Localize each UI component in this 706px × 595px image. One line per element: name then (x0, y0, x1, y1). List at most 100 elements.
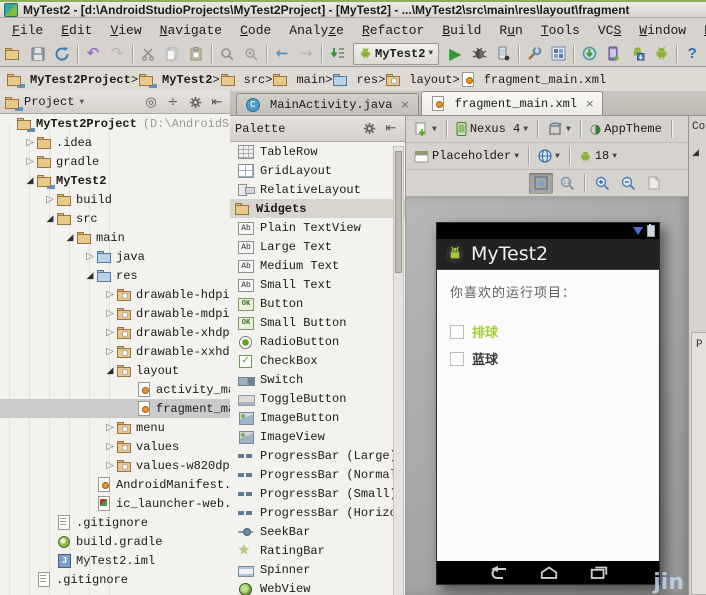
menu-item-help[interactable]: Help (696, 22, 706, 39)
palette-item-radiobutton[interactable]: RadioButton (230, 332, 405, 351)
device-selector[interactable]: Nexus 4 ▼ (452, 119, 532, 139)
panel-settings-button[interactable] (186, 94, 204, 110)
tree-node-drawable-xhdpi[interactable]: ▷ drawable-xhdpi (0, 323, 230, 342)
project-view-selector[interactable]: Project ▼ (24, 95, 138, 109)
tree-collapsed-arrow-icon[interactable]: ▷ (104, 346, 116, 357)
tree-node-java[interactable]: ▷ java (0, 247, 230, 266)
checkbox-icon[interactable] (450, 351, 464, 366)
palette-item-progressbar-large-[interactable]: ProgressBar (Large) (230, 446, 405, 465)
tree-node-gradle[interactable]: ▷ gradle (0, 152, 230, 171)
hide-panel-button[interactable]: ⇤ (208, 94, 226, 110)
tree-node-ic-launcher-web-png[interactable]: ic_launcher-web.png (0, 494, 230, 513)
palette-item-checkbox[interactable]: CheckBox (230, 351, 405, 370)
palette-item-button[interactable]: Button (230, 294, 405, 313)
help-button[interactable]: ? (680, 43, 704, 65)
run-configuration-select[interactable]: MyTest2 ▼ (353, 42, 440, 65)
palette-item-progressbar-horizontal-[interactable]: ProgressBar (Horizontal) (230, 503, 405, 522)
zoom-out-button[interactable] (616, 173, 640, 194)
tree-expanded-arrow-icon[interactable]: ◢ (84, 271, 96, 281)
tree-node-values[interactable]: ▷ values (0, 437, 230, 456)
run-button[interactable]: ▶ (443, 43, 467, 65)
nav-back-icon[interactable] (487, 565, 509, 580)
undo-button[interactable]: ↶ (81, 43, 105, 65)
palette-item-ratingbar[interactable]: RatingBar (230, 541, 405, 560)
menu-item-build[interactable]: Build (434, 22, 489, 39)
sdk-manager-button[interactable] (625, 43, 649, 65)
palette-item-progressbar-small-[interactable]: ProgressBar (Small) (230, 484, 405, 503)
breadcrumb-item[interactable]: fragment_main.xml (460, 72, 606, 87)
menu-item-run[interactable]: Run (491, 22, 530, 39)
tree-node-drawable-mdpi[interactable]: ▷ drawable-mdpi (0, 304, 230, 323)
palette-item-gridlayout[interactable]: GridLayout (230, 161, 405, 180)
tree-node-mytest2[interactable]: ◢ MyTest2 (0, 171, 230, 190)
debug-button[interactable] (467, 43, 491, 65)
tree-node-main[interactable]: ◢ main (0, 228, 230, 247)
tree-node-build-gradle[interactable]: build.gradle (0, 532, 230, 551)
tree-collapsed-arrow-icon[interactable]: ▷ (104, 422, 116, 433)
nav-recents-icon[interactable] (589, 565, 609, 580)
redo-button[interactable]: ↷ (105, 43, 129, 65)
back-button[interactable]: ← (270, 43, 294, 65)
menu-item-edit[interactable]: Edit (53, 22, 100, 39)
render-options-button[interactable]: ▼ (410, 119, 441, 139)
palette-item-webview[interactable]: WebView (230, 579, 405, 595)
close-icon[interactable]: × (400, 98, 409, 111)
tree-expanded-arrow-icon[interactable]: ◢ (64, 233, 76, 243)
palette-item-togglebutton[interactable]: ToggleButton (230, 389, 405, 408)
palette-item-seekbar[interactable]: SeekBar (230, 522, 405, 541)
tree-node--gitignore[interactable]: .gitignore (0, 570, 230, 589)
tree-collapsed-arrow-icon[interactable]: ▷ (84, 251, 96, 262)
gradle-sync-button[interactable] (577, 43, 601, 65)
palette-scrollbar[interactable] (393, 146, 404, 595)
breadcrumb-item[interactable]: MyTest2 (138, 72, 212, 87)
zoom-in-button[interactable] (590, 173, 614, 194)
tree-expanded-arrow-icon[interactable]: ◢ (24, 176, 36, 186)
tree-node-mytest2-iml[interactable]: MyTest2.iml (0, 551, 230, 570)
menu-item-code[interactable]: Code (232, 22, 279, 39)
checkbox-icon[interactable] (450, 324, 464, 339)
locate-file-button[interactable]: ◎ (142, 94, 160, 110)
copy-button[interactable] (160, 43, 184, 65)
tree-node-activity-main-xml[interactable]: activity_main.xml (0, 380, 230, 399)
tree-node-src[interactable]: ◢ src (0, 209, 230, 228)
device-monitor-button[interactable] (601, 43, 625, 65)
tree-collapsed-arrow-icon[interactable]: ▷ (104, 289, 116, 300)
zoom-actual-button[interactable]: 1:1 (555, 173, 579, 194)
menu-item-window[interactable]: Window (631, 22, 694, 39)
properties-panel-edge[interactable]: P (691, 332, 706, 595)
menu-item-navigate[interactable]: Navigate (152, 22, 230, 39)
scrollbar-thumb[interactable] (395, 151, 402, 273)
tree-node-res[interactable]: ◢ res (0, 266, 230, 285)
tree-collapsed-arrow-icon[interactable]: ▷ (104, 308, 116, 319)
settings-button[interactable] (522, 43, 546, 65)
tree-collapsed-arrow-icon[interactable]: ▷ (24, 156, 36, 167)
palette-item-large-text[interactable]: Large Text (230, 237, 405, 256)
zoom-fit-button[interactable] (529, 172, 553, 194)
palette-item-imageview[interactable]: ImageView (230, 427, 405, 446)
menu-item-file[interactable]: File (4, 22, 51, 39)
replace-button[interactable] (239, 43, 263, 65)
api-level-selector[interactable]: 18 ▼ (575, 146, 621, 166)
sync-button[interactable] (50, 43, 74, 65)
theme-selector[interactable]: ◑ AppTheme (586, 119, 666, 139)
palette-item-imagebutton[interactable]: ImageButton (230, 408, 405, 427)
palette-item-medium-text[interactable]: Medium Text (230, 256, 405, 275)
palette-item-small-text[interactable]: Small Text (230, 275, 405, 294)
open-button[interactable] (2, 43, 26, 65)
menu-item-analyze[interactable]: Analyze (281, 22, 352, 39)
tab-fragment-main-xml[interactable]: fragment_main.xml × (420, 91, 604, 115)
menu-item-tools[interactable]: Tools (533, 22, 588, 39)
tree-node-build[interactable]: ▷ build (0, 190, 230, 209)
tree-node--idea[interactable]: ▷ .idea (0, 133, 230, 152)
avd-manager-button[interactable] (649, 43, 673, 65)
preview-doc-button[interactable] (642, 173, 666, 194)
fragment-selector[interactable]: Placeholder ▼ (410, 146, 523, 166)
palette-item-relativelayout[interactable]: RelativeLayout (230, 180, 405, 199)
menu-item-refactor[interactable]: Refactor (354, 22, 432, 39)
tree-node-layout[interactable]: ◢ layout (0, 361, 230, 380)
orientation-button[interactable]: ▼ (543, 119, 575, 139)
tree-node-drawable-hdpi[interactable]: ▷ drawable-hdpi (0, 285, 230, 304)
palette-hide-button[interactable]: ⇤ (382, 121, 400, 137)
tree-node-drawable-xxhdpi[interactable]: ▷ drawable-xxhdpi (0, 342, 230, 361)
menu-item-vcs[interactable]: VCS (590, 22, 629, 39)
